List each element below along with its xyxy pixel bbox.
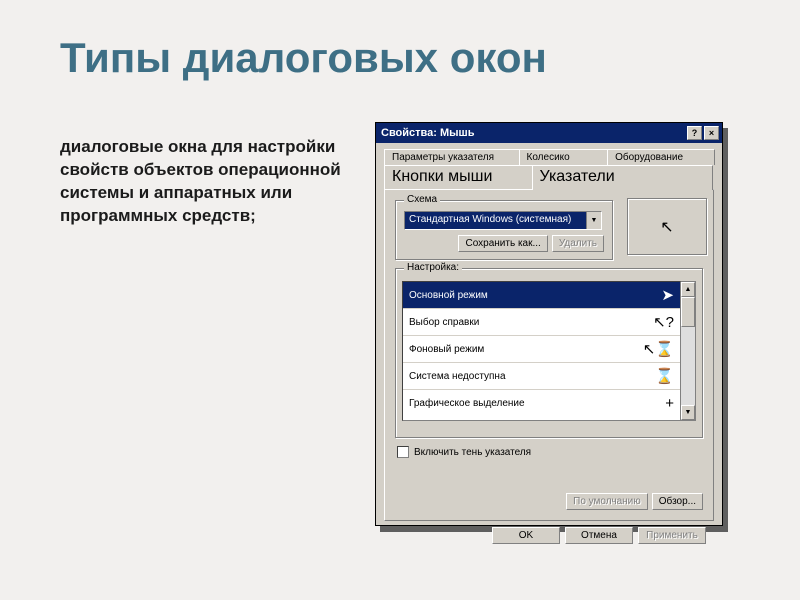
scroll-up-icon[interactable]: ▲ [681, 282, 695, 297]
settings-group: Настройка: Основной режим ➤ Выбор справк… [395, 268, 703, 438]
help-button[interactable]: ? [687, 126, 702, 140]
save-as-button[interactable]: Сохранить как... [458, 235, 547, 252]
cursor-list[interactable]: Основной режим ➤ Выбор справки ↖? Фоновы… [402, 281, 681, 421]
tab-buttons[interactable]: Кнопки мыши [384, 165, 533, 189]
list-item-label: Система недоступна [409, 371, 506, 382]
delete-button: Удалить [552, 235, 604, 252]
list-item-label: Основной режим [409, 290, 488, 301]
list-item[interactable]: Выбор справки ↖? [403, 309, 680, 336]
tab-pointer-params[interactable]: Параметры указателя [384, 149, 520, 165]
list-item-label: Выбор справки [409, 317, 479, 328]
cursor-arrow-icon: ➤ [661, 286, 674, 304]
cursor-help-icon: ↖? [653, 313, 674, 331]
close-button[interactable]: × [704, 126, 719, 140]
browse-button[interactable]: Обзор... [652, 493, 703, 510]
scrollbar[interactable]: ▲ ▼ [681, 281, 696, 421]
list-item[interactable]: Графическое выделение + [403, 390, 680, 417]
scroll-thumb[interactable] [681, 297, 695, 327]
scheme-combo-value: Стандартная Windows (системная) [405, 212, 586, 229]
tab-hardware[interactable]: Оборудование [607, 149, 715, 165]
shadow-checkbox-label: Включить тень указателя [414, 447, 531, 458]
list-item[interactable]: Фоновый режим ↖⌛ [403, 336, 680, 363]
slide-description: диалоговые окна для настройки свойств об… [60, 136, 345, 228]
list-item[interactable]: Основной режим ➤ [403, 282, 680, 309]
list-item-label: Графическое выделение [409, 398, 525, 409]
cursor-crosshair-icon: + [665, 395, 674, 412]
scheme-group: Схема Стандартная Windows (системная) ▼ … [395, 200, 613, 260]
ok-button[interactable]: OK [492, 527, 560, 544]
titlebar-text: Свойства: Мышь [381, 127, 475, 139]
scroll-track[interactable] [681, 327, 695, 405]
slide-title: Типы диалоговых окон [60, 34, 547, 82]
default-button: По умолчанию [566, 493, 648, 510]
settings-legend: Настройка: [404, 262, 462, 273]
cursor-busy-bg-icon: ↖⌛ [643, 340, 674, 358]
chevron-down-icon[interactable]: ▼ [586, 212, 601, 229]
scheme-legend: Схема [404, 194, 440, 205]
cursor-busy-icon: ⌛ [655, 367, 674, 385]
cancel-button[interactable]: Отмена [565, 527, 633, 544]
shadow-checkbox[interactable] [397, 446, 409, 458]
titlebar[interactable]: Свойства: Мышь ? × [376, 123, 722, 143]
list-item-label: Фоновый режим [409, 344, 484, 355]
tab-pointers[interactable]: Указатели [532, 165, 714, 190]
cursor-preview: ↖ [627, 198, 707, 255]
scroll-down-icon[interactable]: ▼ [681, 405, 695, 420]
tab-wheel[interactable]: Колесико [519, 149, 609, 165]
list-item[interactable]: Система недоступна ⌛ [403, 363, 680, 390]
cursor-arrow-icon: ↖ [660, 217, 673, 237]
tab-panel-pointers: Схема Стандартная Windows (системная) ▼ … [384, 189, 714, 521]
mouse-properties-dialog: Свойства: Мышь ? × Параметры указателя К… [375, 122, 723, 526]
apply-button: Применить [638, 527, 706, 544]
scheme-combo[interactable]: Стандартная Windows (системная) ▼ [404, 211, 602, 230]
